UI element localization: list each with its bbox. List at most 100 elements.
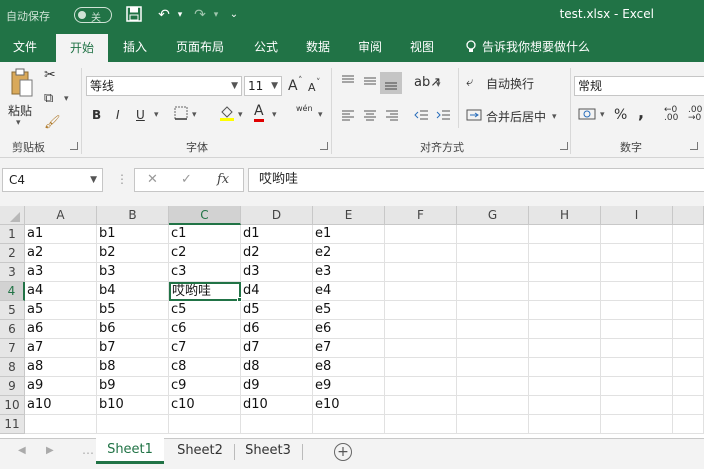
- fill-color-icon[interactable]: [218, 104, 236, 127]
- cell[interactable]: c7: [169, 339, 241, 358]
- cell[interactable]: [601, 358, 673, 377]
- align-bottom-icon[interactable]: [380, 72, 402, 94]
- cell[interactable]: c9: [169, 377, 241, 396]
- cell[interactable]: e10: [313, 396, 385, 415]
- cell[interactable]: a7: [25, 339, 97, 358]
- cell[interactable]: [313, 415, 385, 434]
- align-middle-icon[interactable]: [362, 74, 378, 93]
- cell[interactable]: [385, 396, 457, 415]
- row-header-7[interactable]: 7: [0, 339, 25, 358]
- cell[interactable]: [529, 339, 601, 358]
- borders-icon[interactable]: [174, 106, 188, 125]
- cancel-icon[interactable]: ✕: [147, 172, 158, 187]
- underline-button[interactable]: U: [136, 106, 145, 124]
- italic-button[interactable]: I: [116, 106, 120, 124]
- cell[interactable]: [385, 358, 457, 377]
- format-painter-icon[interactable]: 🖌: [44, 114, 61, 132]
- cell[interactable]: b5: [97, 301, 169, 320]
- cell[interactable]: c10: [169, 396, 241, 415]
- cell[interactable]: [601, 320, 673, 339]
- orientation-dropdown-icon[interactable]: ▾: [436, 80, 441, 90]
- cell[interactable]: [673, 301, 704, 320]
- cell[interactable]: a8: [25, 358, 97, 377]
- column-header-e[interactable]: E: [313, 206, 385, 225]
- paste-dropdown-icon[interactable]: ▾: [16, 118, 21, 128]
- cell[interactable]: [673, 282, 704, 301]
- column-header-i[interactable]: I: [601, 206, 673, 225]
- cell[interactable]: [529, 358, 601, 377]
- tab-home[interactable]: 开始: [56, 34, 108, 62]
- row-header-3[interactable]: 3: [0, 263, 25, 282]
- column-header-f[interactable]: F: [385, 206, 457, 225]
- name-box[interactable]: C4 ▼: [2, 168, 103, 192]
- cell[interactable]: d5: [241, 301, 313, 320]
- wrap-text-button[interactable]: 自动换行: [486, 75, 534, 93]
- cell[interactable]: d9: [241, 377, 313, 396]
- merge-dropdown-icon[interactable]: ▾: [552, 112, 557, 122]
- cell[interactable]: [97, 415, 169, 434]
- cell[interactable]: [457, 396, 529, 415]
- font-size-combo[interactable]: 11 ▼: [244, 76, 282, 96]
- cell[interactable]: a2: [25, 244, 97, 263]
- row-header-4[interactable]: 4: [0, 282, 25, 301]
- comma-style-button[interactable]: ,: [638, 104, 644, 122]
- formula-bar-grip-icon[interactable]: ⋮: [116, 172, 128, 186]
- cell[interactable]: d10: [241, 396, 313, 415]
- cell[interactable]: c1: [169, 225, 241, 244]
- cell[interactable]: [385, 225, 457, 244]
- cell[interactable]: [169, 415, 241, 434]
- cell[interactable]: [457, 320, 529, 339]
- cell[interactable]: [457, 263, 529, 282]
- cell[interactable]: [457, 244, 529, 263]
- cell[interactable]: [385, 301, 457, 320]
- row-header-2[interactable]: 2: [0, 244, 25, 263]
- scroll-right-icon[interactable]: ▶: [46, 445, 54, 456]
- cell[interactable]: d2: [241, 244, 313, 263]
- cell[interactable]: [601, 415, 673, 434]
- cell[interactable]: e3: [313, 263, 385, 282]
- tab-view[interactable]: 视图: [400, 32, 444, 62]
- cell[interactable]: [529, 415, 601, 434]
- cell[interactable]: d6: [241, 320, 313, 339]
- cell[interactable]: [385, 244, 457, 263]
- bold-button[interactable]: B: [92, 106, 101, 124]
- clipboard-launcher-icon[interactable]: [70, 142, 78, 150]
- font-name-combo[interactable]: 等线 ▼: [86, 76, 242, 96]
- cell[interactable]: [529, 320, 601, 339]
- cell[interactable]: [241, 415, 313, 434]
- cell[interactable]: c5: [169, 301, 241, 320]
- wrap-text-icon[interactable]: ⤶: [466, 74, 473, 92]
- cell[interactable]: [601, 339, 673, 358]
- cell[interactable]: c3: [169, 263, 241, 282]
- column-header-d[interactable]: D: [241, 206, 313, 225]
- cell[interactable]: [529, 377, 601, 396]
- borders-dropdown-icon[interactable]: ▾: [192, 110, 197, 120]
- number-format-combo[interactable]: 常规: [574, 76, 704, 96]
- scroll-left-icon[interactable]: ◀: [18, 445, 26, 456]
- enter-icon[interactable]: ✓: [181, 172, 192, 187]
- align-right-icon[interactable]: [384, 108, 400, 127]
- row-header-10[interactable]: 10: [0, 396, 25, 415]
- tab-formulas[interactable]: 公式: [244, 32, 288, 62]
- cell[interactable]: b2: [97, 244, 169, 263]
- align-center-icon[interactable]: [362, 108, 378, 127]
- alignment-launcher-icon[interactable]: [560, 142, 568, 150]
- decrease-indent-icon[interactable]: [414, 108, 430, 127]
- cell[interactable]: b4: [97, 282, 169, 301]
- tell-me-search[interactable]: 告诉我你想要做什么: [482, 32, 592, 62]
- column-header-h[interactable]: H: [529, 206, 601, 225]
- cell[interactable]: [457, 282, 529, 301]
- cell[interactable]: e9: [313, 377, 385, 396]
- cell[interactable]: [529, 225, 601, 244]
- align-top-icon[interactable]: [340, 74, 356, 93]
- cell[interactable]: a4: [25, 282, 97, 301]
- cell[interactable]: [673, 339, 704, 358]
- cell[interactable]: [601, 282, 673, 301]
- cell[interactable]: e8: [313, 358, 385, 377]
- column-header-g[interactable]: G: [457, 206, 529, 225]
- number-launcher-icon[interactable]: [690, 142, 698, 150]
- cell[interactable]: [385, 263, 457, 282]
- cell[interactable]: [673, 244, 704, 263]
- cell[interactable]: b3: [97, 263, 169, 282]
- tab-file[interactable]: 文件: [0, 32, 50, 62]
